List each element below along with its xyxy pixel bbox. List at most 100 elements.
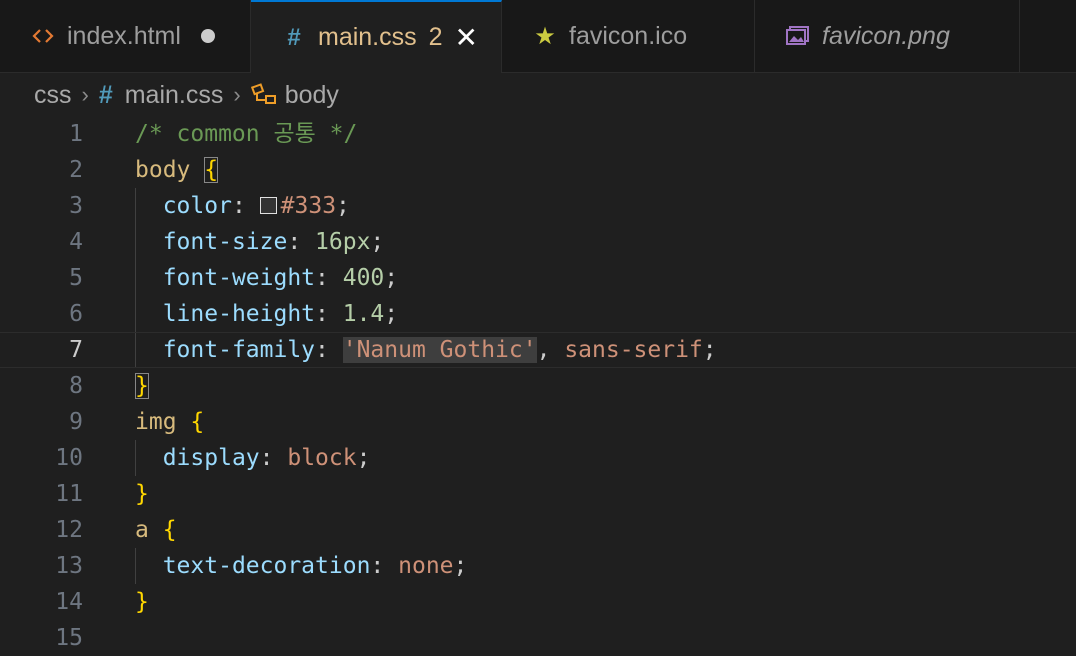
code-token: ; <box>370 229 385 255</box>
breadcrumb-folder[interactable]: css <box>34 81 72 110</box>
modified-dot-icon[interactable] <box>200 29 215 43</box>
code-line[interactable]: 8} <box>0 368 1076 404</box>
code-line[interactable]: 13 text-decoration: none; <box>0 548 1076 584</box>
color-swatch-icon[interactable] <box>259 197 277 214</box>
code-token: : <box>287 229 316 255</box>
code-token: : <box>370 553 399 579</box>
code-token: { <box>162 517 177 543</box>
line-number: 9 <box>69 409 83 435</box>
line-number: 2 <box>69 157 83 183</box>
line-number: 15 <box>55 625 83 651</box>
star-icon: ★ <box>534 22 556 50</box>
code-token: ; <box>356 445 371 471</box>
breadcrumb-file[interactable]: main.css <box>125 81 224 110</box>
line-number: 12 <box>55 517 83 543</box>
line-number: 1 <box>69 121 83 147</box>
code-text: img { <box>135 404 204 440</box>
code-token: block <box>287 445 357 471</box>
code-token: : <box>259 445 288 471</box>
code-line[interactable]: 6 line-height: 1.4; <box>0 296 1076 332</box>
code-line[interactable]: 2 body { <box>0 152 1076 188</box>
code-token: 'Nanum Gothic' <box>342 337 537 363</box>
code-token: } <box>135 481 149 507</box>
code-line[interactable]: 3 color: #333; <box>0 188 1076 224</box>
line-number: 7 <box>69 337 83 363</box>
code-line[interactable]: 1 /* common 공통 */ <box>0 116 1076 152</box>
tab-label: favicon.ico <box>569 21 688 50</box>
code-token: ; <box>702 337 717 363</box>
code-token: : <box>231 193 260 219</box>
code-token: ; <box>384 301 399 327</box>
code-token: : <box>315 337 343 363</box>
code-line[interactable]: 7 font-family: 'Nanum Gothic', sans-seri… <box>0 332 1076 368</box>
code-text: text-decoration: none; <box>135 548 468 584</box>
code-token: ; <box>336 193 350 219</box>
code-line[interactable]: 9 img { <box>0 404 1076 440</box>
breadcrumb-symbol[interactable]: body <box>285 81 339 110</box>
tab-label: main.css <box>318 23 417 51</box>
tab-favicon-png[interactable]: favicon.png <box>755 0 1020 72</box>
code-editor[interactable]: 1/* common 공통 */2 body {3 color: #333; 4 f… <box>0 116 1076 651</box>
line-number: 3 <box>69 193 83 219</box>
chevron-right-icon: › <box>233 82 241 107</box>
tab-favicon-ico[interactable]: ★ favicon.ico <box>502 0 755 72</box>
code-line[interactable]: 5 font-weight: 400; <box>0 260 1076 296</box>
problems-count-badge: 2 <box>428 23 443 51</box>
code-token: 16px <box>315 229 371 255</box>
code-line[interactable]: 4 font-size: 16px; <box>0 224 1076 260</box>
code-text: line-height: 1.4; <box>135 296 398 332</box>
code-token: img <box>135 409 191 435</box>
code-token: sans-serif <box>564 337 703 363</box>
code-token: ; <box>384 265 399 291</box>
code-text: } <box>135 584 149 620</box>
code-token: font-weight <box>162 265 316 291</box>
code-brackets-icon <box>30 27 56 45</box>
code-token: } <box>135 589 149 615</box>
css-hash-icon: # <box>287 23 301 51</box>
code-text: body { <box>135 152 219 188</box>
code-token: #333 <box>280 193 337 219</box>
code-text: a { <box>135 512 177 548</box>
code-token: { <box>190 409 205 435</box>
code-token: a <box>135 517 163 543</box>
breadcrumb: css › # main.css › body <box>34 78 339 112</box>
code-text: display: block; <box>135 440 371 476</box>
code-text: font-family: 'Nanum Gothic', sans-serif; <box>135 332 717 368</box>
code-token: text-decoration <box>162 553 371 579</box>
code-line[interactable]: 14} <box>0 584 1076 620</box>
code-line[interactable]: 11} <box>0 476 1076 512</box>
image-icon <box>785 26 811 46</box>
code-token: } <box>135 373 149 399</box>
code-token: font-size <box>162 229 288 255</box>
code-token: : <box>315 301 343 327</box>
code-token: 400 <box>342 265 385 291</box>
line-number: 11 <box>55 481 83 507</box>
tab-index-html[interactable]: index.html <box>0 0 251 72</box>
line-number: 6 <box>69 301 83 327</box>
chevron-right-icon: › <box>81 82 89 107</box>
code-token: font-family <box>162 337 316 363</box>
line-number: 14 <box>55 589 83 615</box>
code-text: font-size: 16px; <box>135 224 385 260</box>
code-token: : <box>315 265 343 291</box>
code-line[interactable]: 10 display: block; <box>0 440 1076 476</box>
code-token: 1.4 <box>342 301 385 327</box>
symbol-class-icon <box>250 83 279 107</box>
code-text: font-weight: 400; <box>135 260 398 296</box>
code-line[interactable]: 12 a { <box>0 512 1076 548</box>
code-text: } <box>135 368 149 404</box>
code-text: /* common 공통 */ <box>135 116 357 152</box>
code-text: color: #333; <box>135 188 350 224</box>
css-hash-icon: # <box>98 80 113 109</box>
code-text: } <box>135 476 149 512</box>
code-token: display <box>162 445 260 471</box>
code-line[interactable]: 15 <box>0 620 1076 656</box>
code-token: none <box>398 553 454 579</box>
close-icon[interactable]: ✕ <box>455 23 478 52</box>
tab-label: index.html <box>67 21 181 50</box>
line-number: 5 <box>69 265 83 291</box>
tab-label: favicon.png <box>822 21 950 50</box>
tab-main-css[interactable]: # main.css 2 ✕ <box>251 0 502 73</box>
